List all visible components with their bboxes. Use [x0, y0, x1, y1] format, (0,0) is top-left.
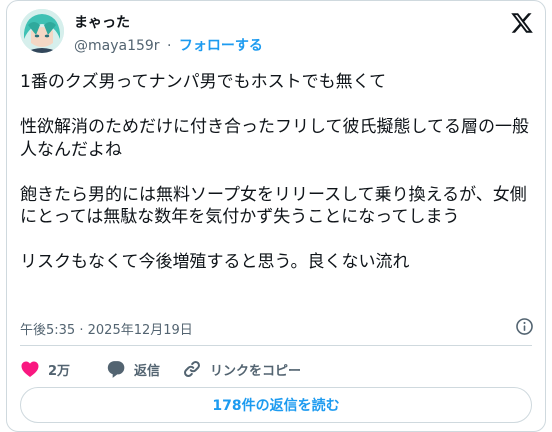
tweet-paragraph: リスクもなくて今後増殖すると思う。良くない流れ — [20, 252, 410, 272]
handle-row: @maya159r · フォローする — [74, 35, 263, 55]
reply-button[interactable]: 返信 — [106, 358, 160, 380]
follow-link[interactable]: フォローする — [179, 38, 263, 54]
speech-bubble-icon — [107, 361, 125, 378]
tweet-paragraph: 1番のクズ男ってナンパ男でもホストでも無くて — [20, 72, 387, 92]
like-count: 2万 — [48, 363, 71, 379]
like-button[interactable]: 2万 — [20, 358, 70, 380]
avatar-illustration — [20, 9, 64, 53]
copy-link-label: リンクをコピー — [210, 363, 302, 379]
read-replies-button[interactable]: 178件の返信を読む — [20, 387, 532, 423]
heart-icon — [21, 361, 39, 377]
tweet-text: 1番のクズ男ってナンパ男でもホストでも無くて 性欲解消のためだけに付き合ったフリ… — [20, 71, 532, 274]
divider — [20, 345, 532, 346]
info-icon[interactable] — [515, 317, 534, 336]
read-replies-label: 178件の返信を読む — [212, 398, 340, 414]
tweet-timestamp[interactable]: 午後5:35 · 2025年12月19日 — [20, 319, 193, 338]
tweet-time: 午後5:35 — [20, 323, 76, 338]
reply-label: 返信 — [134, 363, 161, 379]
tweet-embed-card: まゃった @maya159r · フォローする 1番のクズ男ってナンパ男でもホス… — [6, 0, 546, 432]
tweet-date: 2025年12月19日 — [87, 323, 193, 338]
avatar[interactable] — [20, 9, 64, 53]
x-logo-icon[interactable] — [510, 11, 534, 35]
link-icon — [184, 361, 200, 377]
display-name[interactable]: まゃった — [74, 12, 130, 32]
timestamp-separator: · — [79, 323, 84, 338]
copy-link-button[interactable]: リンクをコピー — [182, 358, 301, 380]
user-handle[interactable]: @maya159r — [74, 38, 160, 54]
tweet-paragraph: 性欲解消のためだけに付き合ったフリして彼氏擬態してる層の一般人なんだよね — [20, 117, 529, 160]
tweet-paragraph: 飽きたら男的には無料ソープ女をリリースして乗り換えるが、女側にとっては無駄な数年… — [20, 184, 527, 228]
handle-separator: · — [167, 38, 172, 54]
